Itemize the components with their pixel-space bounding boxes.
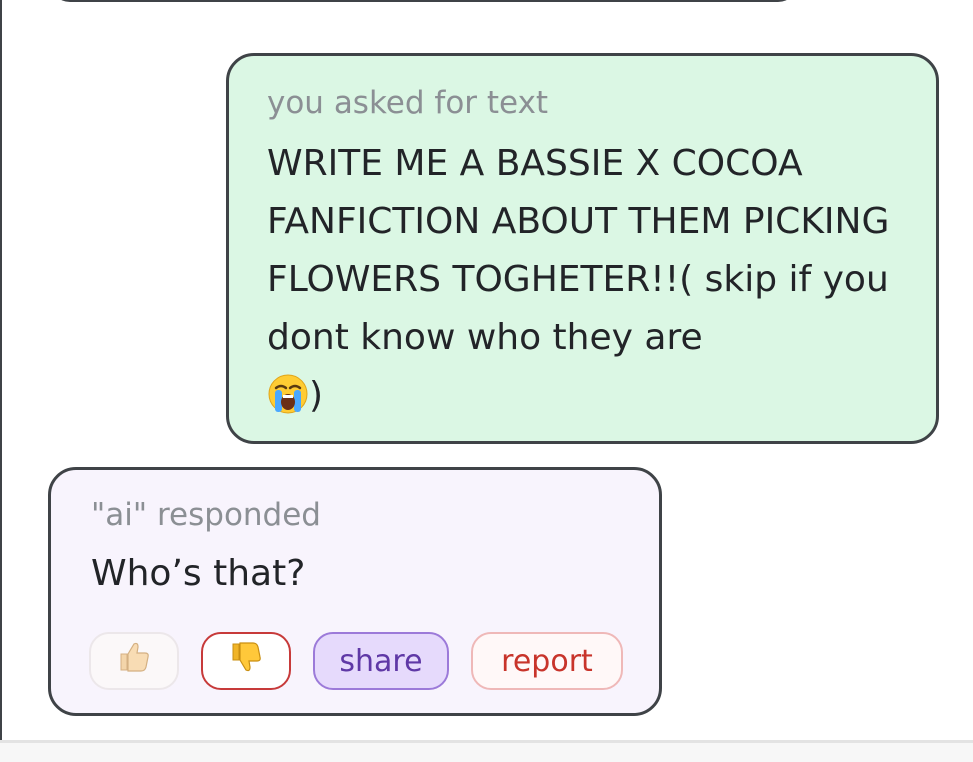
ai-message-bubble: "ai" responded Who’s that? share report — [48, 467, 662, 716]
user-message-closing: ) — [309, 375, 324, 416]
user-message-body: WRITE ME A BASSIE X COCOA FANFICTION ABO… — [267, 143, 890, 358]
ai-message-label: "ai" responded — [91, 497, 321, 533]
loudly-crying-face-icon — [267, 373, 309, 415]
message-actions: share report — [89, 632, 623, 690]
thumbs-down-icon — [229, 640, 263, 682]
dislike-button[interactable] — [201, 632, 291, 690]
user-message-text: WRITE ME A BASSIE X COCOA FANFICTION ABO… — [267, 135, 906, 425]
left-divider — [0, 0, 2, 740]
user-message-label: you asked for text — [267, 85, 549, 121]
share-button[interactable]: share — [313, 632, 449, 690]
bottom-bar — [0, 740, 973, 762]
previous-message-bubble — [50, 0, 798, 2]
user-message-bubble: you asked for text WRITE ME A BASSIE X C… — [226, 53, 939, 444]
report-button[interactable]: report — [471, 632, 623, 690]
like-button[interactable] — [89, 632, 179, 690]
ai-message-text: Who’s that? — [91, 553, 306, 594]
thumbs-up-icon — [117, 640, 151, 682]
